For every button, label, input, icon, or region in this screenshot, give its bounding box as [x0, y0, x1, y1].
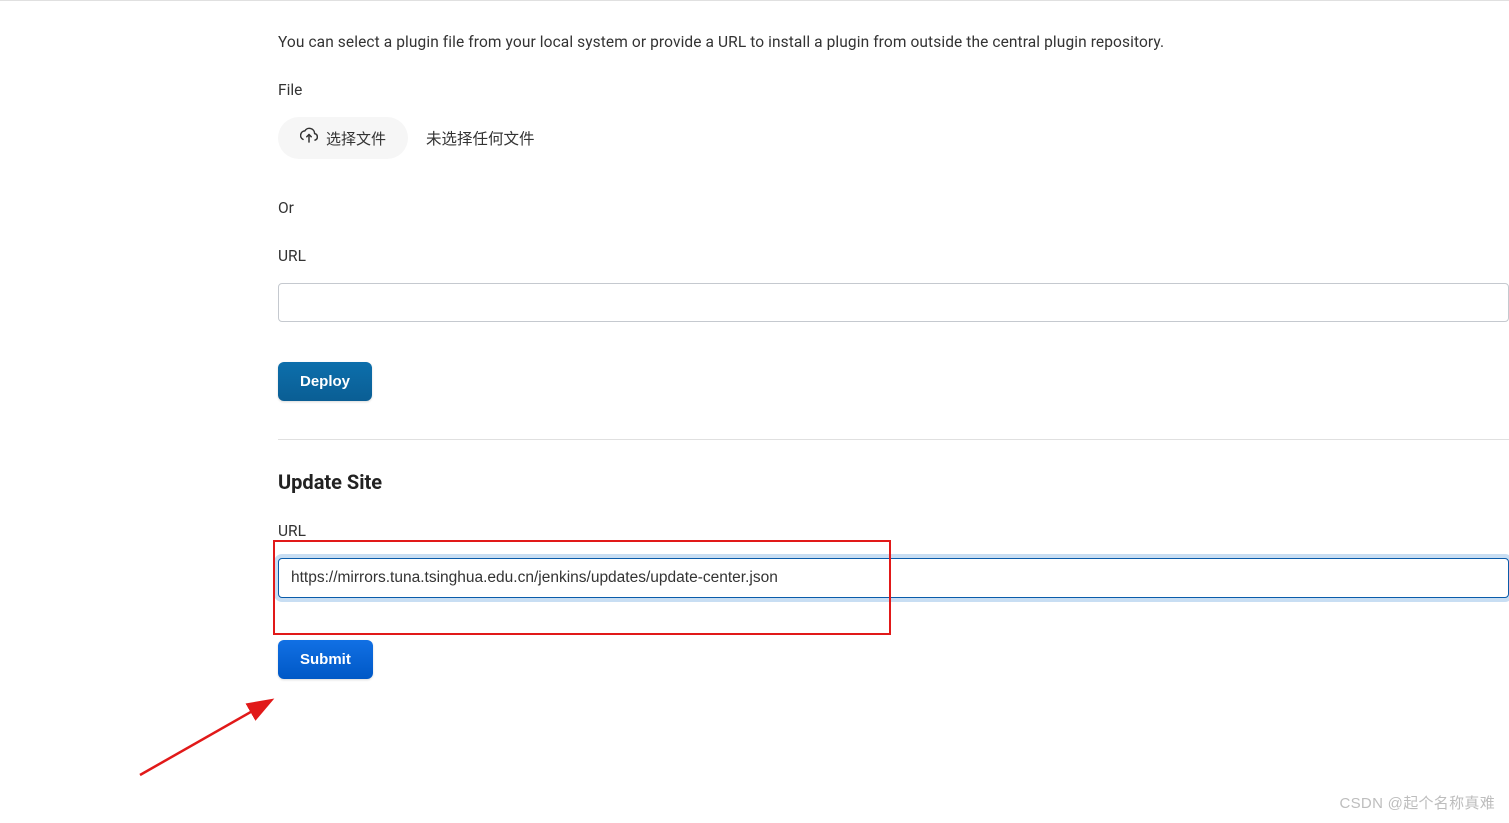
watermark-text: CSDN @起个名称真难: [1340, 792, 1496, 813]
file-status-text: 未选择任何文件: [426, 127, 535, 149]
update-url-label: URL: [278, 522, 1509, 540]
file-label: File: [278, 81, 1509, 99]
url-label: URL: [278, 247, 1509, 265]
upload-icon: [300, 127, 318, 149]
deploy-button[interactable]: Deploy: [278, 362, 372, 401]
file-input-row: 选择文件 未选择任何文件: [278, 117, 1509, 159]
section-divider: [278, 439, 1509, 440]
choose-file-button[interactable]: 选择文件: [278, 117, 408, 159]
update-site-heading: Update Site: [278, 470, 1509, 494]
description-text: You can select a plugin file from your l…: [278, 33, 1509, 51]
main-content: You can select a plugin file from your l…: [0, 5, 1509, 679]
submit-button[interactable]: Submit: [278, 640, 373, 679]
update-url-input[interactable]: [278, 558, 1509, 598]
url-input[interactable]: [278, 283, 1509, 322]
or-label: Or: [278, 199, 1509, 217]
annotation-arrow-icon: [130, 677, 290, 782]
choose-file-label: 选择文件: [326, 128, 386, 149]
